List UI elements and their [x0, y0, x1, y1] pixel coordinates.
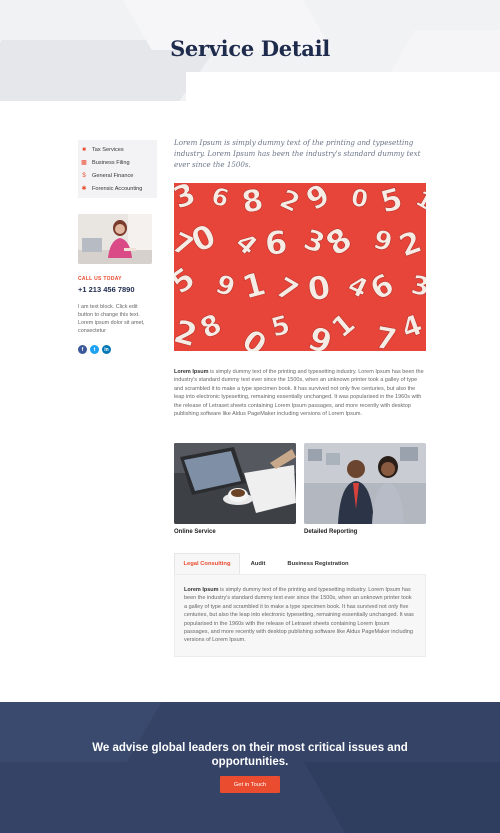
card-caption: Detailed Reporting: [304, 529, 358, 535]
business-people-illustration: [304, 443, 426, 524]
numbers-illustration: 3 6 8 2 9 0 5 1 7 0 4 6 3 8 9 2 5 9 1 7: [174, 183, 426, 351]
tab-bold-lead: Lorem Ipsum: [184, 587, 219, 593]
sidebar-item-general-finance[interactable]: $ General Finance: [78, 169, 157, 182]
sidebar-item-tax-services[interactable]: ■ Tax Services: [78, 143, 157, 156]
cta-title: We advise global leaders on their most c…: [92, 742, 408, 768]
laptop-coffee-illustration: [174, 443, 296, 524]
twitter-icon[interactable]: t: [90, 345, 99, 354]
facebook-icon[interactable]: f: [78, 345, 87, 354]
tab-business-registration[interactable]: Business Registration: [276, 553, 360, 574]
sidebar-item-label: Tax Services: [92, 146, 124, 153]
linkedin-icon[interactable]: in: [102, 345, 111, 354]
detailed-reporting-photo: [304, 443, 426, 524]
sidebar: ■ Tax Services ▩ Business Filing $ Gener…: [78, 140, 157, 354]
get-in-touch-button[interactable]: Get in Touch: [220, 776, 280, 793]
page-title: Service Detail: [170, 36, 330, 61]
card-caption: Online Service: [174, 529, 216, 535]
consultant-illustration: [78, 214, 152, 264]
call-us-label: CALL US TODAY: [78, 276, 122, 282]
tab-text: is simply dummy text of the printing and…: [184, 587, 414, 644]
briefcase-icon: ■: [82, 146, 86, 153]
cta-decoration: [304, 762, 500, 833]
numbers-image: 3 6 8 2 9 0 5 1 7 0 4 6 3 8 9 2 5 9 1 7: [174, 183, 426, 351]
service-tabs: Legal Consulting Audit Business Registra…: [174, 553, 426, 574]
dollar-icon: $: [82, 172, 86, 179]
lead-paragraph: Lorem Ipsum is simply dummy text of the …: [174, 138, 421, 169]
gear-icon: ✱: [81, 185, 87, 192]
phone-number[interactable]: +1 213 456 7890: [78, 285, 157, 294]
consultant-photo: [78, 214, 152, 264]
online-service-photo: [174, 443, 296, 524]
tab-legal-consulting[interactable]: Legal Consulting: [174, 553, 240, 574]
tab-audit[interactable]: Audit: [240, 553, 276, 574]
sidebar-item-label: Business Filing: [92, 159, 130, 166]
sidebar-item-label: General Finance: [92, 172, 134, 179]
sidebar-item-forensic-accounting[interactable]: ✱ Forensic Accounting: [78, 182, 157, 195]
body-text: is simply dummy text of the printing and…: [174, 369, 424, 418]
main-content: Lorem Ipsum is simply dummy text of the …: [174, 137, 426, 657]
services-menu: ■ Tax Services ▩ Business Filing $ Gener…: [78, 140, 157, 198]
cta-section: We advise global leaders on their most c…: [0, 702, 500, 833]
header-decoration: [186, 72, 500, 101]
sidebar-text-block: I am text block. Click edit button to ch…: [78, 304, 145, 334]
service-description: Lorem Ipsum is simply dummy text of the …: [174, 368, 426, 418]
sidebar-item-label: Forensic Accounting: [92, 185, 143, 192]
folder-icon: ▩: [81, 159, 87, 166]
svg-text:6: 6: [263, 223, 288, 263]
social-links: f t in: [78, 345, 157, 354]
sidebar-item-business-filing[interactable]: ▩ Business Filing: [78, 156, 157, 169]
body-bold-lead: Lorem Ipsum: [174, 369, 209, 375]
tab-panel: Lorem Ipsum is simply dummy text of the …: [174, 574, 426, 657]
